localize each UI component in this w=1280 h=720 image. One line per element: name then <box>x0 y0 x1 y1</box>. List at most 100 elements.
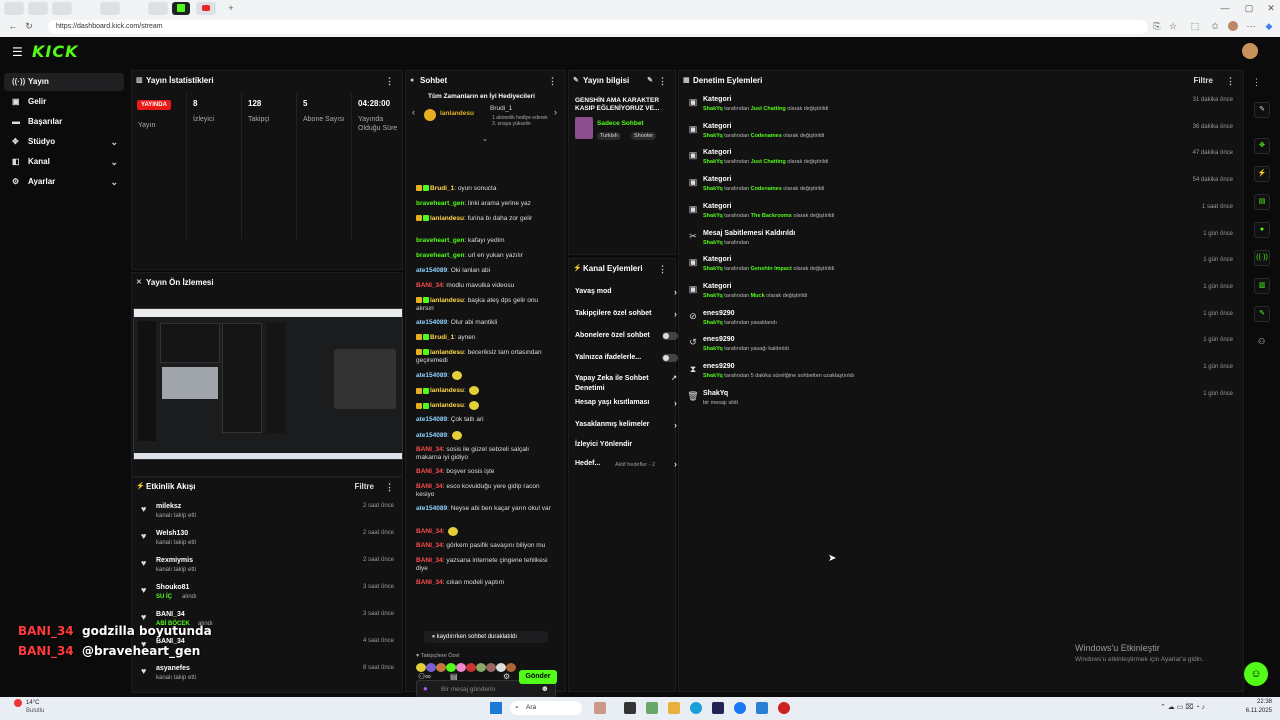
users-icon[interactable]: ⚇ <box>1258 337 1265 346</box>
chat-username[interactable]: BANI_34 <box>416 528 443 535</box>
back-icon[interactable]: ← <box>8 21 18 31</box>
chat-username[interactable]: ate154089 <box>416 267 447 274</box>
server-icon[interactable]: ▥ <box>1254 278 1270 294</box>
moderator-name[interactable]: ShakYq <box>703 320 723 326</box>
clock-time[interactable]: 22:38 <box>1244 699 1272 705</box>
mic-icon[interactable]: ● <box>423 684 428 693</box>
chat-message[interactable]: ate154089: Çok tatlı ari <box>416 416 556 424</box>
moderator-name[interactable]: ShakYq <box>703 106 723 112</box>
chat-message[interactable]: BANI_34: cıkan modeli yaptım <box>416 579 556 587</box>
moderation-item[interactable]: ▣ Kategori ShakYq tarafından Just Chatting… <box>683 94 1243 121</box>
filter-button[interactable]: Filtre <box>354 478 374 496</box>
reload-icon[interactable]: ↻ <box>24 21 34 31</box>
chat-message[interactable]: ate154089: Olur abi mantikli <box>416 319 556 327</box>
chat-username[interactable]: BANI_34 <box>416 542 443 549</box>
chat-bubble-icon[interactable]: ● <box>1254 222 1270 238</box>
emoji-icon[interactable]: ☻ <box>541 684 549 693</box>
gift-icon[interactable]: ▤ <box>450 672 458 681</box>
support-chat-icon[interactable]: ☺ <box>1244 662 1268 686</box>
browser-tab[interactable] <box>4 2 24 15</box>
chat-username[interactable]: BANI_34 <box>416 483 443 490</box>
app-icon[interactable] <box>756 702 768 714</box>
browser-tab[interactable] <box>100 2 120 15</box>
chat-username[interactable]: ate154089 <box>416 372 447 379</box>
edit-icon[interactable]: ✎ <box>647 71 653 91</box>
chat-username[interactable]: ate154089 <box>416 416 447 423</box>
moderation-item[interactable]: ▣ Kategori ShakYq tarafından Just Chatting… <box>683 147 1243 174</box>
more-options-icon[interactable]: ⋮ <box>385 478 394 496</box>
filter-button[interactable]: Filtre <box>1193 71 1213 91</box>
chat-username[interactable]: lanlandesu <box>430 215 464 222</box>
chat-message[interactable]: lanlandesu: <box>416 386 556 395</box>
moderator-name[interactable]: ShakYq <box>703 133 723 139</box>
chat-message[interactable]: braveheart_gen: url en yukarı yazılır <box>416 252 556 260</box>
clock-date[interactable]: 6.11.2025 <box>1238 708 1272 714</box>
moderation-item[interactable]: ⧗ enes9290 ShakYq tarafından 5 dakika süre… <box>683 361 1243 388</box>
minimize-icon[interactable]: — <box>1220 3 1230 13</box>
chat-message[interactable]: Brudi_1: aynen <box>416 334 556 342</box>
sidebar-item-kanal[interactable]: ◧ Kanal ⌄ <box>4 153 124 171</box>
wrench-icon[interactable]: ✎ <box>1254 306 1270 322</box>
chat-message[interactable]: BANI_34: görkem pasifik savaşını biliyon… <box>416 542 556 550</box>
translate-icon[interactable]: ⎘ <box>1152 21 1162 31</box>
moderator-name[interactable]: ShakYq <box>703 186 723 192</box>
channel-action-4[interactable]: Yapay Zeka ile Sohbet Denetimi ↗ <box>575 374 677 394</box>
activity-user[interactable]: Welsh130 <box>156 530 188 537</box>
pencil-icon[interactable]: ✎ <box>1254 102 1270 118</box>
channel-action-2[interactable]: Abonelere özel sohbet <box>575 331 678 351</box>
moderator-name[interactable]: ShakYq <box>703 240 723 246</box>
moderator-name[interactable]: ShakYq <box>703 159 723 165</box>
activity-user[interactable]: Shouko81 <box>156 584 189 591</box>
address-bar[interactable]: https://dashboard.kick.com/stream <box>48 20 1148 34</box>
chat-username[interactable]: ate154089 <box>416 432 447 439</box>
chat-message[interactable]: BANI_34: modlu mavulka videosu <box>416 282 556 290</box>
chat-message[interactable]: ate154089: Oki lanlan abi <box>416 267 556 275</box>
chat-message[interactable]: BANI_34: <box>416 527 556 536</box>
chat-users-icon[interactable]: ⚇∞ <box>418 672 431 681</box>
chat-username[interactable]: Brudi_1 <box>430 185 454 192</box>
chat-message[interactable]: BANI_34: yazsana internete çingene tehli… <box>416 557 556 573</box>
chat-username[interactable]: BANI_34 <box>416 282 443 289</box>
chevron-left-icon[interactable]: ‹ <box>412 107 415 117</box>
chat-message[interactable]: lanlandesu: beceriksiz tam ortasından ge… <box>416 349 556 365</box>
moderation-item[interactable]: ▣ Kategori ShakYq tarafından Codenames ola… <box>683 121 1243 148</box>
chat-username[interactable]: braveheart_gen <box>416 237 464 244</box>
start-icon[interactable] <box>490 702 502 714</box>
moderation-item[interactable]: ✂ Mesaj Sabitlemesi Kaldırıldı ShakYq tara… <box>683 228 1243 255</box>
chat-username[interactable]: braveheart_gen <box>416 252 464 259</box>
extensions-icon[interactable]: ⬚ <box>1190 21 1200 31</box>
channel-action-5[interactable]: Hesap yaşı kısıtlaması › <box>575 398 677 418</box>
maximize-icon[interactable]: ▢ <box>1244 3 1254 13</box>
chat-message[interactable]: ate154089: <box>416 431 556 440</box>
moderator-name[interactable]: ShakYq <box>703 266 723 272</box>
chat-username[interactable]: lanlandesu <box>430 349 464 356</box>
channel-action-7[interactable]: İzleyici Yönlendir <box>575 440 675 460</box>
browser-tab[interactable] <box>196 2 216 15</box>
star-icon[interactable]: ☆ <box>1168 21 1178 31</box>
chat-username[interactable]: BANI_34 <box>416 468 443 475</box>
chat-username[interactable]: ate154089 <box>416 505 447 512</box>
new-tab-icon[interactable]: + <box>226 3 236 13</box>
gifter-name[interactable]: Brudi_1 <box>490 105 512 112</box>
activity-item[interactable]: ♥ Rexmiymis kanalı takip etti 2 saat önce <box>132 554 402 580</box>
menu-dots-icon[interactable]: ⋯ <box>1246 21 1256 31</box>
moderation-item[interactable]: 🗑 ShakYq bir mesajı sildi 1 gün önce <box>683 388 1243 415</box>
app-icon[interactable] <box>646 702 658 714</box>
chat-username[interactable]: lanlandesu <box>430 297 464 304</box>
edge-icon[interactable] <box>690 702 702 714</box>
more-options-icon[interactable]: ⋮ <box>658 71 667 91</box>
chat-message[interactable]: lanlandesu: furina bı daha zor gelir <box>416 215 556 223</box>
moderator-name[interactable]: ShakYq <box>703 293 723 299</box>
collapse-icon[interactable]: ⌄ <box>482 135 488 143</box>
moderator-name[interactable]: ShakYq <box>703 373 723 379</box>
weather-temp[interactable]: 14°C <box>26 700 39 706</box>
activity-user[interactable]: mileksz <box>156 503 181 510</box>
taskbar-search[interactable]: ⌕ Ara <box>510 701 582 715</box>
tray-icons[interactable]: ⌃ ☁ ▭ ⌧ ◔ ♪ <box>1160 703 1205 711</box>
copilot-icon[interactable]: ◆ <box>1264 21 1274 31</box>
weather-alert-icon[interactable] <box>14 699 22 707</box>
task-view-icon[interactable] <box>594 702 606 714</box>
chat-username[interactable]: braveheart_gen <box>416 200 464 207</box>
more-options-icon[interactable]: ⋮ <box>548 71 557 91</box>
channel-action-8[interactable]: Hedef... › Aktif hedefler - 2 <box>575 459 677 479</box>
